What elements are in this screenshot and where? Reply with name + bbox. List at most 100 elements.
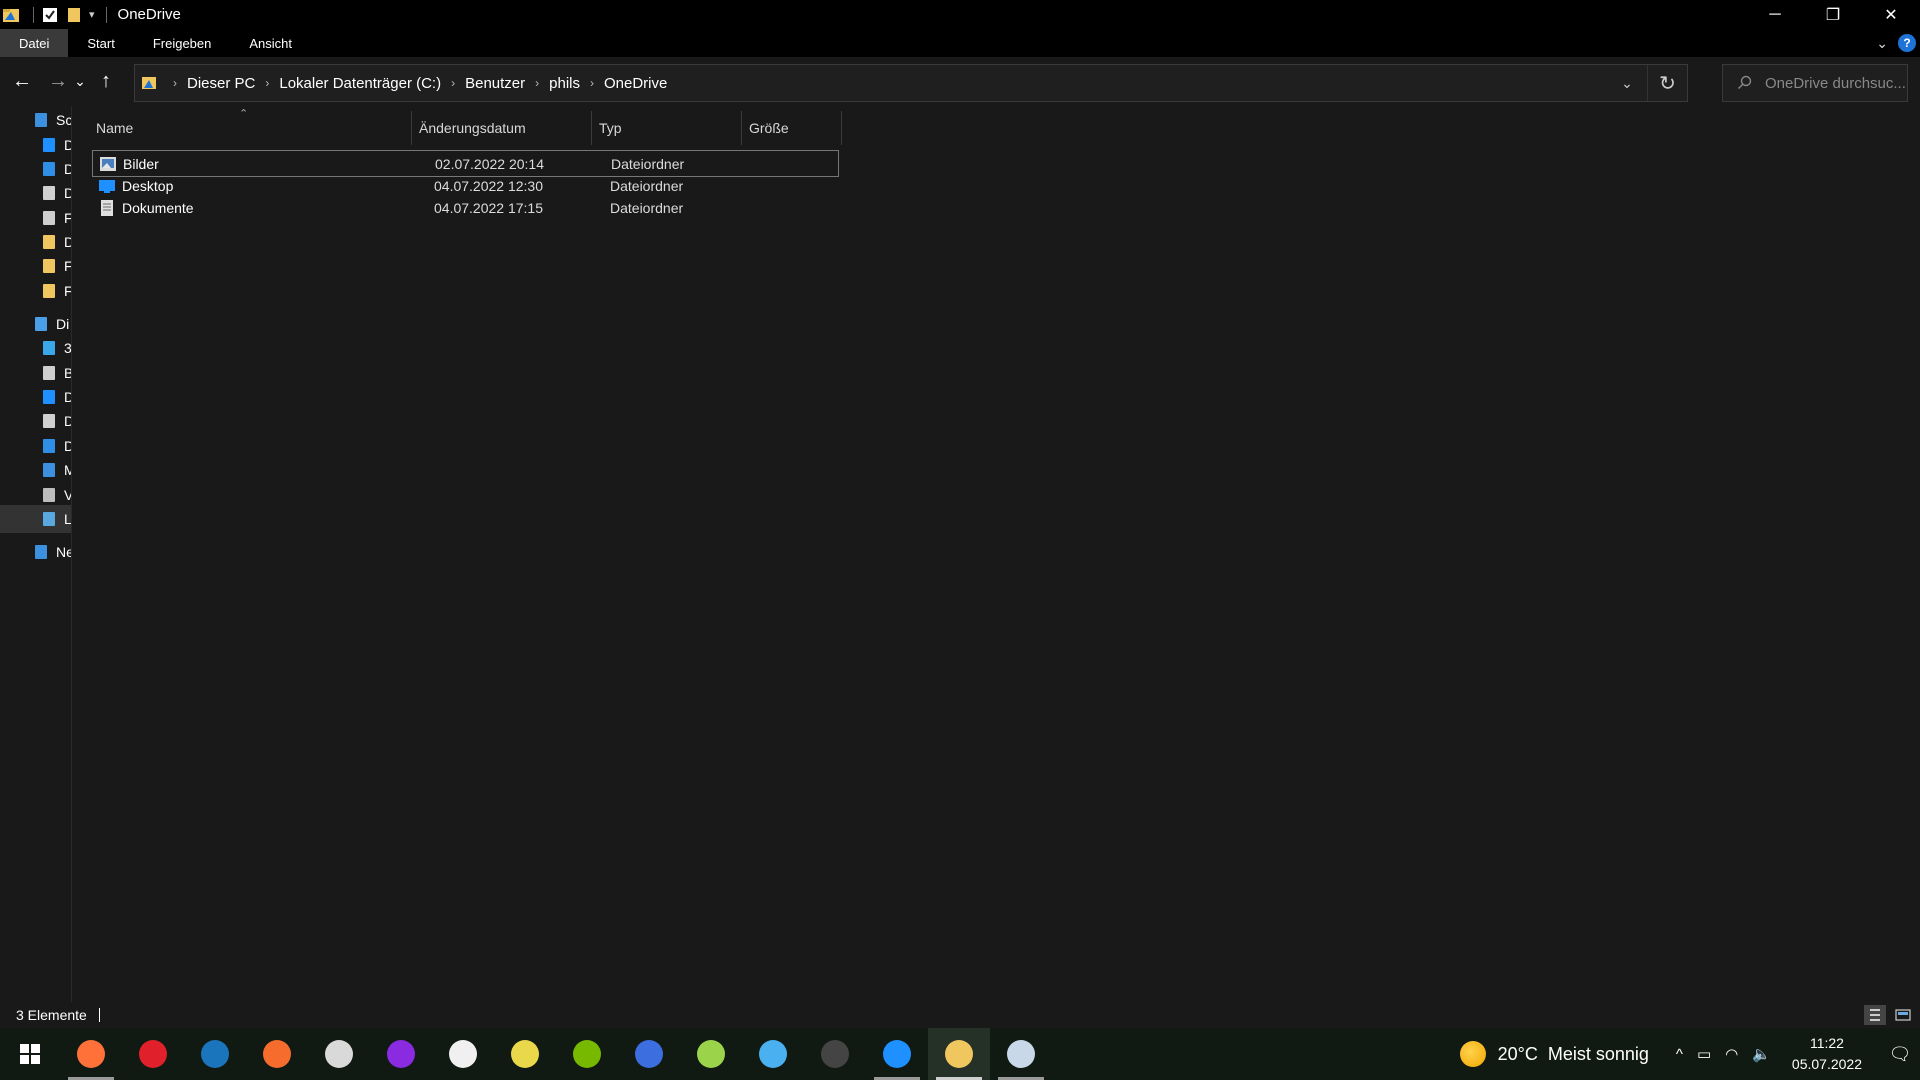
file-date: 02.07.2022 20:14 [435, 155, 544, 172]
breadcrumb-separator[interactable]: › [451, 76, 455, 90]
xbox-icon [697, 1040, 725, 1068]
taskbar-app-dark-orb[interactable] [804, 1028, 866, 1080]
tab-start[interactable]: Start [68, 29, 133, 57]
opera-icon [139, 1040, 167, 1068]
column-header-size[interactable]: Größe [742, 111, 842, 145]
sidebar-item-label: D [64, 137, 71, 153]
taskbar-app-circle-app[interactable] [370, 1028, 432, 1080]
taskbar-app-xbox[interactable] [680, 1028, 742, 1080]
battery-icon[interactable]: ▭ [1697, 1045, 1711, 1063]
breadcrumb-benutzer[interactable]: Benutzer [465, 75, 525, 92]
music-icon [40, 461, 58, 479]
column-header-name[interactable]: Name ⌃ [89, 108, 412, 145]
location-icon [141, 75, 157, 91]
documents-folder-icon [98, 199, 116, 216]
file-type: Dateiordner [610, 177, 684, 194]
minimize-button[interactable]: ─ [1746, 0, 1804, 29]
explorer-app-icon[interactable] [2, 6, 20, 24]
volume-icon[interactable]: 🔈 [1752, 1045, 1771, 1063]
column-header-label: Name [96, 120, 134, 136]
taskbar-app-monitor[interactable] [618, 1028, 680, 1080]
folder-icon [40, 257, 58, 275]
wifi-icon[interactable]: ◠ [1725, 1045, 1738, 1063]
sidebar-item[interactable]: Sc [32, 106, 71, 134]
ubisoft-icon [325, 1040, 353, 1068]
tab-freigeben[interactable]: Freigeben [134, 29, 231, 57]
sidebar-item[interactable]: L [0, 505, 71, 533]
ribbon-tabs: Datei Start Freigeben Ansicht ⌄ ? [0, 29, 1920, 57]
column-header-type[interactable]: Typ [592, 111, 742, 145]
notification-center-icon[interactable]: 🗨 [1880, 1028, 1920, 1080]
sidebar-item[interactable]: 3 [40, 334, 72, 362]
weather-condition: Meist sonnig [1547, 1043, 1649, 1064]
search-input[interactable] [1765, 74, 1905, 92]
up-button[interactable]: ↑ [92, 64, 120, 100]
store-icon [449, 1040, 477, 1068]
taskbar-app-firefox[interactable] [60, 1028, 122, 1080]
sidebar-item[interactable]: F [40, 252, 71, 280]
back-button[interactable]: ← [8, 64, 36, 100]
properties-icon[interactable] [41, 6, 59, 24]
taskbar-app-origin[interactable] [246, 1028, 308, 1080]
show-hidden-icons-icon[interactable]: ^ [1676, 1046, 1683, 1063]
weather-widget[interactable]: 20°C Meist sonnig [1459, 1041, 1649, 1067]
video-icon [40, 486, 58, 504]
file-date: 04.07.2022 12:30 [434, 177, 543, 194]
sidebar-item[interactable]: D [40, 179, 71, 207]
tab-ansicht[interactable]: Ansicht [230, 29, 311, 57]
breadcrumb-separator[interactable]: › [590, 76, 594, 90]
breadcrumb-local-disk[interactable]: Lokaler Datenträger (C:) [279, 75, 441, 92]
sidebar-item[interactable]: D [40, 407, 71, 435]
sidebar-item[interactable]: F [40, 277, 71, 305]
taskbar-app-onedrive[interactable] [866, 1028, 928, 1080]
dark-orb-icon [821, 1040, 849, 1068]
address-history-dropdown[interactable]: ⌄ [1607, 65, 1647, 101]
taskbar-app-file-explorer[interactable] [928, 1028, 990, 1080]
windows-logo-icon [20, 1044, 40, 1064]
expand-ribbon-icon[interactable]: ⌄ [1876, 35, 1888, 52]
recent-locations-button[interactable]: ⌄ [72, 64, 88, 100]
breadcrumb-separator: › [173, 76, 177, 90]
breadcrumb-separator[interactable]: › [265, 76, 269, 90]
tab-datei[interactable]: Datei [0, 29, 69, 57]
new-folder-icon[interactable] [65, 6, 83, 24]
address-bar[interactable]: › Dieser PC › Lokaler Datenträger (C:) ›… [134, 64, 1688, 102]
taskbar-app-paint[interactable] [990, 1028, 1052, 1080]
details-view-button[interactable] [1864, 1005, 1886, 1025]
start-button[interactable] [0, 1028, 60, 1080]
large-icons-view-button[interactable] [1892, 1005, 1914, 1025]
drive-icon [40, 510, 58, 528]
taskbar-app-calculator[interactable] [494, 1028, 556, 1080]
sidebar-item-label: Di [56, 316, 70, 332]
breadcrumb-separator[interactable]: › [535, 76, 539, 90]
taskbar-app-opera[interactable] [122, 1028, 184, 1080]
help-icon[interactable]: ? [1898, 34, 1916, 52]
system-tray: 20°C Meist sonnig ^ ▭ ◠ 🔈 11:22 05.07.20… [1459, 1028, 1920, 1080]
sidebar-item[interactable]: Ne [32, 538, 71, 566]
sidebar-item-label: 3 [64, 340, 72, 356]
taskbar-app-equalizer[interactable] [742, 1028, 804, 1080]
search-box[interactable] [1722, 64, 1908, 102]
restore-button[interactable]: ❐ [1804, 0, 1862, 29]
sidebar-item-label: D [64, 389, 71, 405]
column-header-date[interactable]: Änderungsdatum [412, 111, 592, 145]
breadcrumb-dieser-pc[interactable]: Dieser PC [187, 75, 255, 92]
taskbar-app-ubisoft[interactable] [308, 1028, 370, 1080]
download-icon [40, 160, 58, 178]
clock[interactable]: 11:22 05.07.2022 [1792, 1033, 1862, 1075]
breadcrumb-phils[interactable]: phils [549, 75, 580, 92]
taskbar-app-nvidia[interactable] [556, 1028, 618, 1080]
customize-quick-access-icon[interactable]: ▾ [89, 8, 95, 21]
desktop-folder-icon [40, 136, 58, 154]
refresh-button[interactable]: ↻ [1647, 65, 1687, 101]
circle-app-icon [387, 1040, 415, 1068]
document-icon [40, 412, 58, 430]
sidebar-item[interactable]: M [40, 456, 71, 484]
file-row-dokumente[interactable]: Dokumente 04.07.2022 17:15 Dateiordner [92, 194, 839, 221]
taskbar-app-steam[interactable] [184, 1028, 246, 1080]
forward-button[interactable]: → [44, 64, 72, 100]
breadcrumb-onedrive[interactable]: OneDrive [604, 75, 667, 92]
taskbar-app-store[interactable] [432, 1028, 494, 1080]
file-explorer-icon [945, 1040, 973, 1068]
close-button[interactable]: ✕ [1862, 0, 1920, 29]
